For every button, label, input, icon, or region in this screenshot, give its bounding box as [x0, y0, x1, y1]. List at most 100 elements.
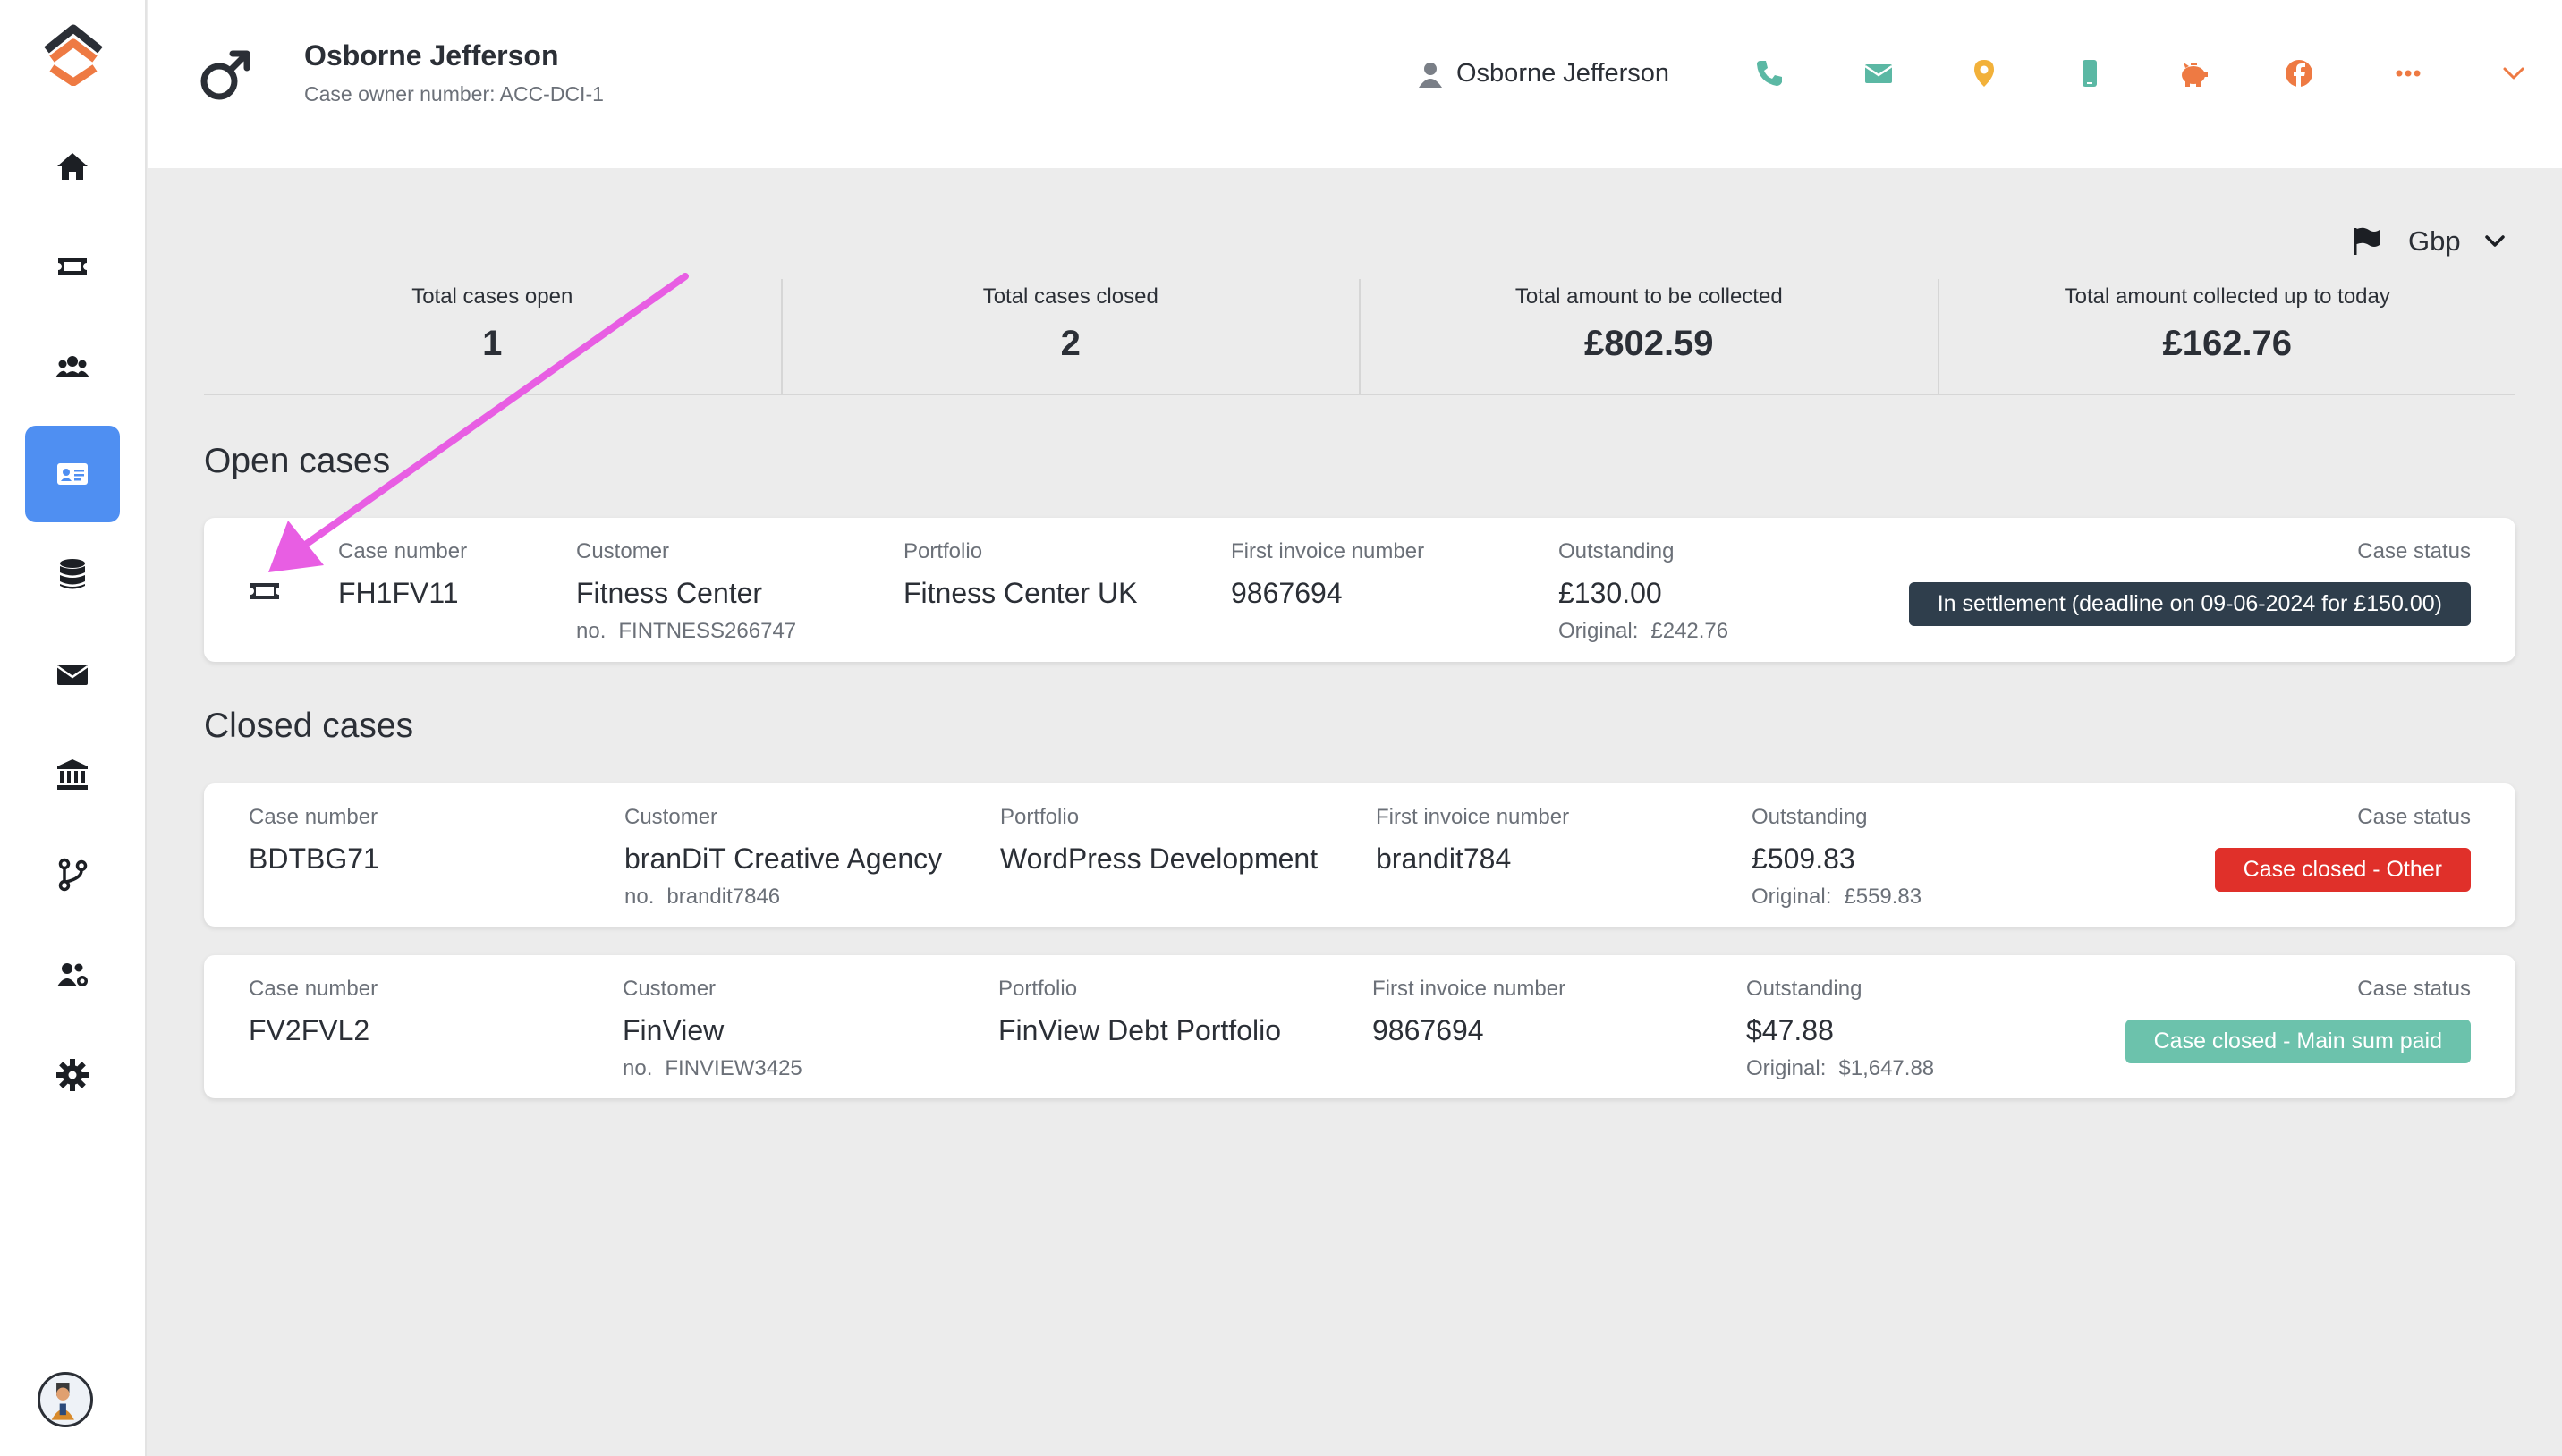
portfolio-value: FinView Debt Portfolio	[998, 1014, 1281, 1046]
sidebar-item-bank[interactable]	[25, 726, 120, 823]
customer-label: Customer	[576, 539, 670, 563]
facebook-button[interactable]	[2283, 57, 2315, 89]
status-badge: In settlement (deadline on 09-06-2024 fo…	[1908, 582, 2471, 626]
mobile-button[interactable]	[2074, 57, 2106, 89]
outstanding-value: £509.83	[1752, 842, 1855, 875]
portfolio-column: Portfolio WordPress Development	[1000, 805, 1318, 876]
envelope-icon	[56, 665, 89, 685]
case-number-column: Case number FV2FVL2	[249, 977, 378, 1047]
status-badge: Case closed - Main sum paid	[2125, 1020, 2471, 1063]
phone-button[interactable]	[1753, 57, 1786, 89]
portfolio-label: Portfolio	[903, 539, 983, 563]
original-amount: Original: £559.83	[1752, 885, 1922, 909]
outstanding-label: Outstanding	[1558, 539, 1675, 563]
sidebar-item-contacts[interactable]	[25, 426, 120, 522]
sidebar-item-home[interactable]	[25, 118, 120, 215]
stat-value: 1	[482, 324, 503, 363]
open-cases-heading: Open cases	[204, 442, 391, 480]
currency-label: Gbp	[2408, 225, 2461, 257]
outstanding-column: Outstanding £509.83 Original: £559.83	[1752, 805, 1922, 910]
stat-label: Total amount collected up to today	[2064, 284, 2390, 309]
customer-label: Customer	[623, 977, 717, 1001]
savings-button[interactable]	[2177, 57, 2210, 89]
stat-amount-collected: Total amount collected up to today £162.…	[1937, 279, 2516, 394]
case-number-label: Case number	[249, 805, 378, 829]
closed-cases-heading: Closed cases	[204, 707, 414, 745]
case-status-column: Case status In settlement (deadline on 0…	[1908, 539, 2471, 626]
customer-column: Customer FinView no. FINVIEW3425	[623, 977, 802, 1081]
open-case-card[interactable]: Case number FH1FV11 Customer Fitness Cen…	[204, 518, 2515, 662]
piggy-bank-icon	[2182, 63, 2208, 87]
first-invoice-column: First invoice number 9867694	[1231, 539, 1424, 610]
customer-value[interactable]: Fitness Center	[576, 577, 796, 610]
outstanding-value: £130.00	[1558, 577, 1662, 609]
case-status-column: Case status Case closed - Other	[2214, 805, 2471, 892]
stat-label: Total cases closed	[982, 284, 1158, 309]
more-options-button[interactable]	[2392, 57, 2424, 89]
header-expand-button[interactable]	[2498, 57, 2530, 89]
avatar[interactable]	[38, 1372, 93, 1427]
sidebar-item-team[interactable]	[25, 927, 120, 1023]
ticket-icon[interactable]	[247, 573, 283, 609]
case-summary-stats: Total cases open 1 Total cases closed 2 …	[204, 279, 2515, 395]
app-logo[interactable]	[39, 23, 107, 87]
first-invoice-label: First invoice number	[1231, 539, 1425, 563]
mobile-icon	[2083, 60, 2097, 87]
case-status-column: Case status Case closed - Main sum paid	[2125, 977, 2471, 1063]
customer-label: Customer	[624, 805, 718, 829]
user-avatar-icon	[51, 1383, 74, 1420]
original-amount: Original: £242.76	[1558, 619, 1729, 643]
phone-icon	[1757, 61, 1782, 86]
customer-value[interactable]: branDiT Creative Agency	[624, 842, 942, 876]
first-invoice-value: brandit784	[1376, 842, 1512, 875]
case-number-label: Case number	[249, 977, 378, 1001]
case-number-value[interactable]: FH1FV11	[338, 577, 467, 610]
first-invoice-column: First invoice number brandit784	[1376, 805, 1569, 876]
portfolio-value: Fitness Center UK	[903, 577, 1138, 609]
stat-label: Total amount to be collected	[1514, 284, 1783, 309]
stat-value: 2	[1060, 324, 1081, 363]
sidebar-item-messages[interactable]	[25, 626, 120, 723]
customer-number: no. FINVIEW3425	[623, 1056, 802, 1080]
first-invoice-column: First invoice number 9867694	[1372, 977, 1565, 1047]
current-user-name: Osborne Jefferson	[1456, 59, 1670, 88]
closed-case-card[interactable]: Case number FV2FVL2 Customer FinView no.…	[204, 955, 2515, 1098]
sidebar-item-workflow[interactable]	[25, 826, 120, 923]
ticket-icon	[58, 258, 87, 275]
home-icon	[57, 153, 88, 180]
first-invoice-label: First invoice number	[1372, 977, 1566, 1001]
customer-number: no. brandit7846	[624, 885, 781, 909]
outstanding-value: $47.88	[1746, 1014, 1834, 1046]
first-invoice-value: 9867694	[1372, 1014, 1484, 1046]
outstanding-label: Outstanding	[1752, 805, 1868, 829]
stat-label: Total cases open	[411, 284, 573, 309]
closed-case-card[interactable]: Case number BDTBG71 Customer branDiT Cre…	[204, 783, 2515, 927]
facebook-icon	[2286, 60, 2312, 87]
customer-column: Customer branDiT Creative Agency no. bran…	[624, 805, 942, 910]
case-owner-name: Osborne Jefferson	[304, 39, 559, 72]
users-icon	[55, 356, 89, 377]
email-button[interactable]	[1862, 57, 1895, 89]
case-number-value[interactable]: FV2FVL2	[249, 1014, 378, 1047]
male-gender-icon	[197, 47, 254, 104]
stat-total-cases-closed: Total cases closed 2	[780, 279, 1360, 394]
chevron-down-icon	[2503, 67, 2524, 80]
outstanding-column: Outstanding $47.88 Original: $1,647.88	[1746, 977, 1934, 1081]
sidebar-item-settings[interactable]	[25, 1027, 120, 1123]
current-user[interactable]: Osborne Jefferson	[1417, 59, 1669, 89]
team-icon	[57, 963, 88, 986]
case-status-label: Case status	[2357, 977, 2471, 1001]
settings-icon	[56, 1059, 89, 1091]
location-button[interactable]	[1968, 57, 2000, 89]
case-status-label: Case status	[2357, 539, 2471, 563]
currency-selector[interactable]: Gbp	[2351, 225, 2509, 258]
sidebar-item-cases[interactable]	[25, 218, 120, 315]
outstanding-label: Outstanding	[1746, 977, 1862, 1001]
case-number-value[interactable]: BDTBG71	[249, 842, 379, 876]
sidebar-item-database[interactable]	[25, 526, 120, 622]
sidebar-item-users[interactable]	[25, 318, 120, 415]
bank-icon	[57, 759, 88, 790]
customer-value[interactable]: FinView	[623, 1014, 802, 1047]
portfolio-label: Portfolio	[998, 977, 1078, 1001]
case-owner-header: Osborne Jefferson Case owner number: ACC…	[148, 0, 2562, 168]
